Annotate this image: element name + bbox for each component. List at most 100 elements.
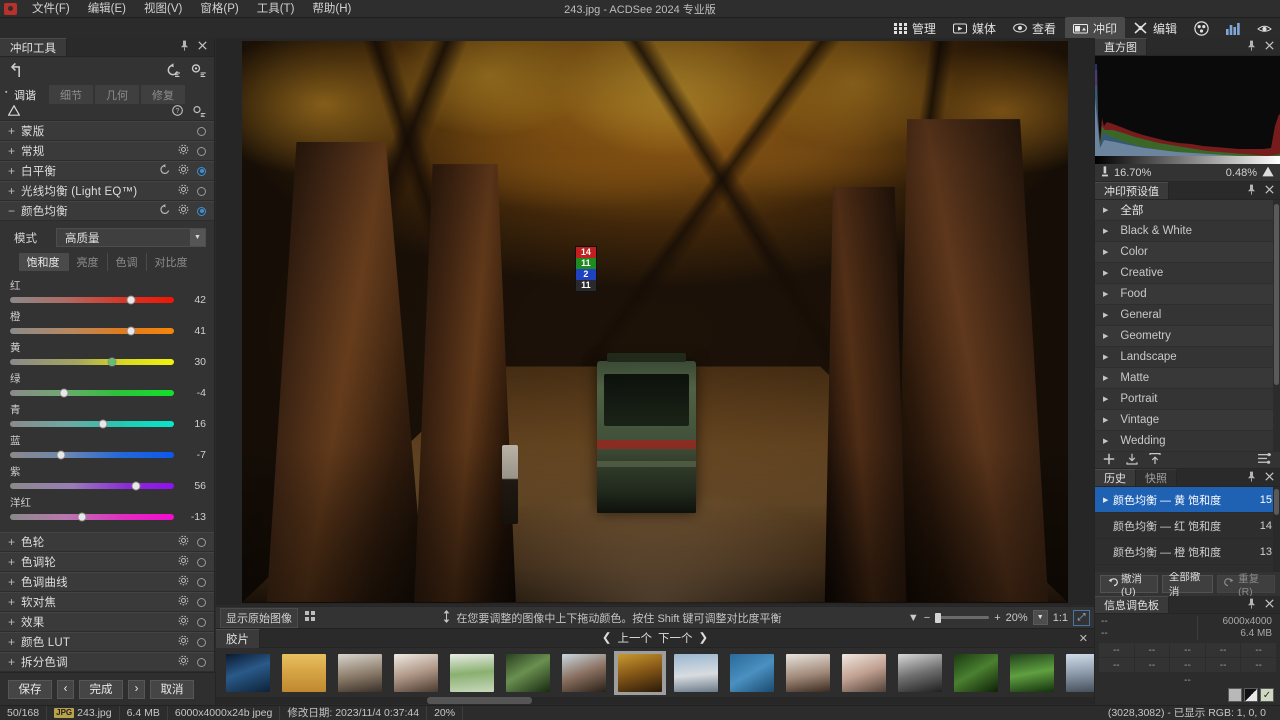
section-toggle[interactable] (197, 638, 206, 647)
mode-view[interactable]: 查看 (1005, 17, 1064, 39)
compare-split-icon[interactable] (305, 611, 316, 625)
mode-manage[interactable]: 管理 (886, 17, 944, 39)
solid-swatch-icon[interactable] (1228, 688, 1242, 702)
slider-knob[interactable] (56, 451, 65, 460)
gear-icon[interactable] (178, 635, 189, 649)
section-color-eq[interactable]: − 颜色均衡 (0, 201, 214, 221)
cancel-button[interactable]: 取消 (150, 680, 194, 699)
gear-icon[interactable] (178, 535, 189, 549)
pin-icon[interactable] (1247, 40, 1256, 54)
slider-track[interactable] (10, 421, 174, 427)
undo-button[interactable]: 撤消(U) (1100, 575, 1158, 593)
pin-icon[interactable] (1247, 471, 1256, 485)
expand-arrow-icon[interactable]: ⤢ (1073, 610, 1090, 626)
preset-row[interactable]: ▶Geometry (1095, 326, 1280, 347)
menu-file[interactable]: 文件(F) (23, 0, 79, 18)
redo-button[interactable]: 重复(R) (1217, 575, 1275, 593)
filmstrip-thumb[interactable] (390, 651, 442, 695)
preset-row[interactable]: ▶Landscape (1095, 347, 1280, 368)
history-row[interactable]: 颜色均衡 — 橙 饱和度13 (1095, 539, 1280, 565)
tab-develop-presets[interactable]: 冲印预设值 (1095, 182, 1169, 199)
pin-icon[interactable] (1247, 184, 1256, 198)
section-light-eq[interactable]: + 光线均衡 (Light EQ™) (0, 181, 214, 201)
mode-edit[interactable]: 编辑 (1126, 17, 1185, 39)
section-general[interactable]: + 常规 (0, 141, 214, 161)
tab-filmstrip[interactable]: 胶片 (216, 629, 260, 648)
slider-track[interactable] (10, 297, 174, 303)
section-general-toggle[interactable] (197, 147, 206, 156)
menu-view[interactable]: 视图(V) (135, 0, 191, 18)
mode-select[interactable]: 高质量 ▼ (56, 228, 206, 247)
subtab-geometry[interactable]: 几何 (95, 85, 139, 104)
undo-arrow-icon[interactable]: ↰ (8, 62, 24, 81)
filmstrip-thumb[interactable] (950, 651, 1002, 695)
list-options-icon[interactable] (1258, 453, 1272, 467)
filmstrip-scroll-thumb[interactable] (427, 697, 532, 704)
ratio-label[interactable]: 1:1 (1053, 612, 1068, 624)
next-image-button[interactable]: › (128, 680, 145, 699)
gear-icon[interactable] (178, 144, 189, 158)
chan-tab-saturation[interactable]: 饱和度 (19, 253, 69, 271)
subtab-repair[interactable]: 修复 (141, 85, 185, 104)
image-canvas[interactable]: 14 11 2 11 (216, 38, 1094, 605)
fit-icon[interactable]: ▼ (1033, 610, 1048, 625)
section-toggle[interactable] (197, 618, 206, 627)
section-toggle[interactable] (197, 578, 206, 587)
reset-icon[interactable] (159, 204, 170, 218)
slider-knob[interactable] (60, 389, 69, 398)
zoom-slider[interactable] (935, 616, 989, 619)
filmstrip-thumb[interactable] (838, 651, 890, 695)
gear-icon[interactable] (178, 555, 189, 569)
gear-icon[interactable] (178, 575, 189, 589)
settings-gear-icon[interactable] (190, 63, 206, 80)
chevron-right-icon[interactable]: ▶ (1103, 311, 1108, 319)
add-plus-icon[interactable] (1103, 453, 1115, 468)
section-toggle[interactable] (197, 538, 206, 547)
menu-help[interactable]: 帮助(H) (303, 0, 360, 18)
chevron-right-icon[interactable]: ▶ (1103, 332, 1108, 340)
preset-row[interactable]: ▶Portrait (1095, 389, 1280, 410)
chevron-right-icon[interactable]: ▶ (1103, 374, 1108, 382)
section-toggle[interactable] (197, 558, 206, 567)
preset-category-list[interactable]: ▶全部▶Black & White▶Color▶Creative▶Food▶Ge… (1095, 200, 1280, 452)
preset-row[interactable]: ▶Wedding (1095, 431, 1280, 452)
gear-icon[interactable] (178, 164, 189, 178)
section-toggle[interactable] (197, 658, 206, 667)
slider-track[interactable] (10, 514, 174, 520)
reset-icon[interactable] (159, 164, 170, 178)
save-button[interactable]: 保存 (8, 680, 52, 699)
tab-histogram[interactable]: 直方图 (1095, 38, 1147, 55)
slider-knob[interactable] (107, 358, 116, 367)
chevron-right-icon[interactable]: ▶ (1103, 416, 1108, 424)
history-row[interactable]: ▶颜色均衡 — 黄 饱和度15 (1095, 487, 1280, 513)
chevron-left-icon[interactable]: ❮ (602, 630, 612, 646)
tab-snapshot[interactable]: 快照 (1136, 469, 1177, 486)
slider-track[interactable] (10, 390, 174, 396)
filmstrip-thumb[interactable] (670, 651, 722, 695)
slider-knob[interactable] (127, 327, 136, 336)
help-circle-icon[interactable]: ? (172, 105, 183, 119)
slider-track[interactable] (10, 483, 174, 489)
gear-icon[interactable] (178, 615, 189, 629)
section-效果[interactable]: +效果 (0, 612, 214, 632)
section-颜色 LUT[interactable]: +颜色 LUT (0, 632, 214, 652)
chan-tab-contrast[interactable]: 对比度 (147, 253, 196, 271)
shadow-clip-icon[interactable] (1101, 166, 1109, 180)
chevron-right-icon[interactable]: ▶ (1103, 437, 1108, 445)
slider-knob[interactable] (78, 513, 87, 522)
close-icon[interactable] (1265, 185, 1274, 197)
mode-media[interactable]: 媒体 (945, 17, 1004, 39)
section-mask-toggle[interactable] (197, 127, 206, 136)
export-icon[interactable] (1149, 453, 1161, 468)
gear-icon[interactable] (178, 595, 189, 609)
filmstrip-thumb[interactable] (502, 651, 554, 695)
import-icon[interactable] (1126, 453, 1138, 468)
chan-tab-brightness[interactable]: 亮度 (69, 253, 108, 271)
section-软对焦[interactable]: +软对焦 (0, 592, 214, 612)
close-icon[interactable] (198, 41, 207, 53)
close-icon[interactable] (1265, 41, 1274, 53)
filmstrip-scrollbar[interactable] (216, 697, 1094, 704)
section-色调曲线[interactable]: +色调曲线 (0, 572, 214, 592)
preset-row[interactable]: ▶General (1095, 305, 1280, 326)
filmstrip-thumb[interactable] (334, 651, 386, 695)
